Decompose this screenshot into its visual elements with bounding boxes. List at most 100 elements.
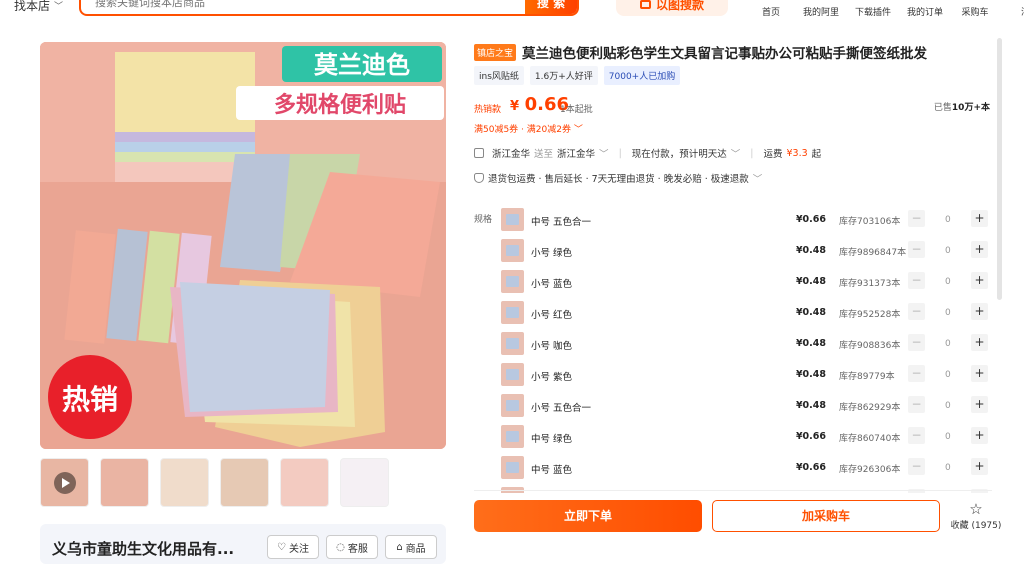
qty-input[interactable]: 0 — [945, 339, 951, 349]
qty-input[interactable]: 0 — [945, 308, 951, 318]
qty-input[interactable]: 0 — [945, 463, 951, 473]
favorite-label: 收藏 (1975) — [950, 521, 1002, 531]
qty-input[interactable]: 0 — [945, 432, 951, 442]
thumb-5[interactable] — [280, 458, 329, 507]
qty-input[interactable]: 0 — [945, 246, 951, 256]
nav-my-ali-label: 我的阿里 — [802, 8, 839, 18]
qty-increase-button[interactable]: + — [971, 458, 988, 475]
qty-decrease-button[interactable]: − — [908, 396, 925, 413]
guarantees-row[interactable]: 退货包运费 · 售后延长 · 7天无理由退货 · 晚发必赔 · 极速退款 ﹀ — [474, 171, 762, 185]
spec-stock: 库存952528本 — [839, 310, 901, 320]
spec-thumbnail[interactable] — [501, 332, 524, 355]
shop-label: 商品 — [405, 543, 426, 555]
shop-button[interactable]: ⌂ 商品 — [385, 535, 437, 559]
tag-style[interactable]: ins风贴纸 — [474, 66, 524, 85]
add-to-cart-button[interactable]: 加采购车 — [712, 500, 940, 532]
qty-increase-button[interactable]: + — [971, 272, 988, 289]
spec-name: 小号 五色合一 — [531, 403, 592, 414]
coupon-link[interactable]: 满50减5券 · 满20减2券 ﹀ — [474, 122, 583, 135]
seller-name[interactable]: 义乌市童助生文化用品有... — [52, 538, 234, 559]
spec-thumbnail[interactable] — [501, 394, 524, 417]
spec-thumbnail[interactable] — [501, 239, 524, 262]
nav-download-plugin[interactable]: 下载插件 — [848, 0, 898, 18]
banner-subtitle: 多规格便利贴 — [274, 92, 406, 118]
divider: | — [618, 147, 622, 159]
qty-input[interactable]: 0 — [945, 277, 951, 287]
spec-label: 规格 — [474, 215, 493, 225]
thumb-3[interactable] — [160, 458, 209, 507]
spec-row: 小号 绿色 ¥0.48 库存9896847本 − 0 + — [501, 236, 991, 267]
thumb-6[interactable] — [340, 458, 389, 507]
nav-my-ali[interactable]: 我的阿里 — [796, 0, 846, 18]
camera-icon — [639, 0, 651, 9]
qty-increase-button[interactable]: + — [971, 334, 988, 351]
spec-stock: 库存9896847本 — [839, 248, 907, 258]
spec-thumbnail[interactable] — [501, 425, 524, 448]
nav-purchase-cart[interactable]: 采购车 — [952, 0, 998, 18]
search-input[interactable] — [95, 0, 495, 9]
nav-home[interactable]: 首页 — [748, 0, 794, 18]
freight-suffix: 起 — [811, 149, 822, 160]
thumb-video[interactable] — [40, 458, 89, 507]
qty-decrease-button[interactable]: − — [908, 427, 925, 444]
qty-decrease-button[interactable]: − — [908, 303, 925, 320]
coupon-text: 满50减5券 · 满20减2券 — [474, 125, 571, 135]
qty-decrease-button[interactable]: − — [908, 365, 925, 382]
favorite-button[interactable]: ☆ 收藏 (1975) — [948, 500, 1004, 531]
thumb-4[interactable] — [220, 458, 269, 507]
tag-reviews[interactable]: 1.6万+人好评 — [529, 66, 598, 85]
qty-increase-button[interactable]: + — [971, 365, 988, 382]
thumb-2[interactable] — [100, 458, 149, 507]
store-scope-select[interactable]: 找本店 ﹀ — [14, 0, 63, 14]
qty-decrease-button[interactable]: − — [908, 458, 925, 475]
qty-input[interactable]: 0 — [945, 370, 951, 380]
spec-row: 小号 紫色 ¥0.48 库存89779本 − 0 + — [501, 360, 991, 391]
qty-increase-button[interactable]: + — [971, 303, 988, 320]
store-treasure-badge: 镇店之宝 — [474, 43, 517, 61]
hot-badge: 热销 — [62, 383, 118, 416]
store-scope-label: 找本店 — [14, 0, 51, 13]
seller-bar: 义乌市童助生文化用品有... ♡ 关注 ◌ 客服 ⌂ 商品 — [40, 524, 446, 564]
service-button[interactable]: ◌ 客服 — [326, 535, 378, 559]
nav-my-orders[interactable]: 我的订单 — [900, 0, 950, 18]
follow-button[interactable]: ♡ 关注 — [267, 535, 319, 559]
spec-name: 小号 蓝色 — [531, 279, 573, 290]
scrollbar[interactable] — [997, 38, 1002, 300]
qty-increase-button[interactable]: + — [971, 210, 988, 227]
qty-input[interactable]: 0 — [945, 215, 951, 225]
qty-decrease-button[interactable]: − — [908, 210, 925, 227]
delivery-estimate[interactable]: 现在付款，预计明天达 — [632, 146, 727, 160]
spec-thumbnail[interactable] — [501, 301, 524, 324]
main-product-image[interactable]: 莫兰迪色 多规格便利贴 热销 — [40, 42, 446, 449]
spec-price: ¥0.48 — [795, 369, 826, 380]
qty-increase-button[interactable]: + — [971, 427, 988, 444]
nav-messages-label: 消息 — [1000, 5, 1024, 18]
follow-label: 关注 — [288, 543, 309, 555]
image-search-button[interactable]: 以图搜款 — [616, 0, 728, 16]
qty-decrease-button[interactable]: − — [908, 241, 925, 258]
chevron-down-icon[interactable]: ﹀ — [599, 146, 609, 160]
ship-to-label: 送至 — [534, 149, 554, 160]
spec-price: ¥0.48 — [795, 400, 826, 411]
spec-thumbnail[interactable] — [501, 208, 524, 231]
product-tags: ins风贴纸 1.6万+人好评 7000+人已加购 — [474, 66, 681, 85]
spec-thumbnail[interactable] — [501, 456, 524, 479]
ship-to[interactable]: 浙江金华 — [557, 146, 595, 160]
chat-icon: ◌ — [336, 541, 345, 553]
qty-decrease-button[interactable]: − — [908, 334, 925, 351]
nav-messages[interactable]: 消息 — [1000, 0, 1024, 18]
qty-increase-button[interactable]: + — [971, 396, 988, 413]
spec-thumbnail[interactable] — [501, 363, 524, 386]
truck-icon — [474, 148, 484, 158]
qty-decrease-button[interactable]: − — [908, 272, 925, 289]
chevron-down-icon[interactable]: ﹀ — [731, 146, 741, 160]
qty-input[interactable]: 0 — [945, 401, 951, 411]
spec-row: 中号 五色合一 ¥0.66 库存703106本 − 0 + — [501, 205, 991, 236]
spec-price: ¥0.66 — [795, 462, 826, 473]
qty-increase-button[interactable]: + — [971, 241, 988, 258]
spec-thumbnail[interactable] — [501, 270, 524, 293]
search-button[interactable]: 搜 索 — [525, 0, 577, 14]
buy-now-button[interactable]: 立即下单 — [474, 500, 702, 532]
spec-row: 中号 绿色 ¥0.66 库存860740本 − 0 + — [501, 422, 991, 453]
divider: | — [750, 147, 754, 159]
